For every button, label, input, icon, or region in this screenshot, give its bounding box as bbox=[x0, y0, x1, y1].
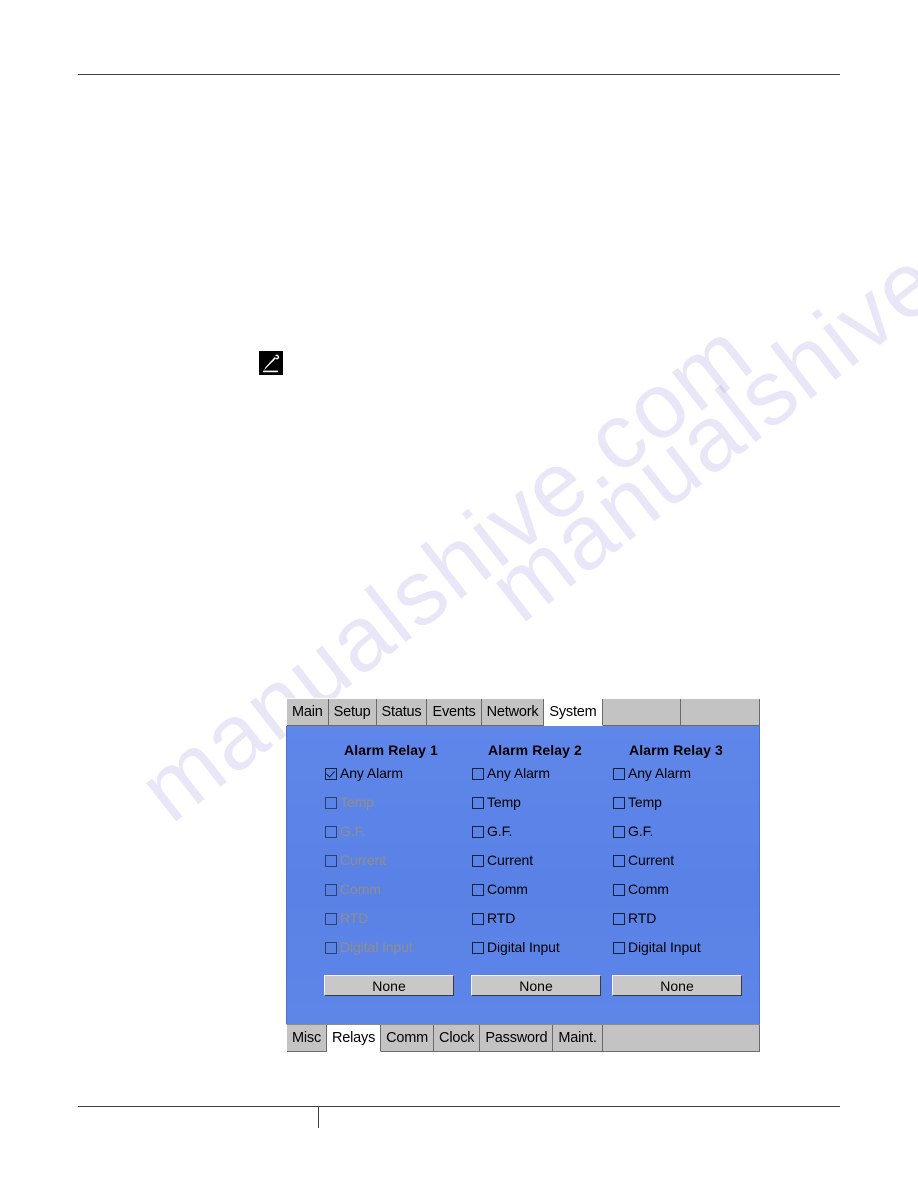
tab-system[interactable]: System bbox=[544, 699, 603, 726]
header-rule bbox=[78, 74, 840, 75]
alarm-source-label: Any Alarm bbox=[487, 765, 550, 781]
alarm-source-checkbox-row[interactable]: G.F. bbox=[603, 823, 743, 852]
alarm-relay-column: Alarm Relay 3 Any Alarm Temp G.F. Current Com… bbox=[603, 742, 743, 1024]
alarm-source-checkbox-row[interactable]: Temp bbox=[462, 794, 602, 823]
checkbox-unchecked-icon[interactable] bbox=[472, 797, 484, 809]
alarm-source-label: Digital Input bbox=[340, 939, 413, 955]
alarm-relay-title: Alarm Relay 2 bbox=[488, 742, 582, 758]
alarm-source-checkbox-row[interactable]: Digital Input bbox=[603, 939, 743, 968]
alarm-source-label: G.F. bbox=[487, 823, 513, 839]
tab-events[interactable]: Events bbox=[427, 699, 482, 726]
alarm-source-checkbox-row[interactable]: Current bbox=[462, 852, 602, 881]
tab-setup[interactable]: Setup bbox=[328, 699, 377, 726]
alarm-source-checkbox-row: Digital Input bbox=[321, 939, 461, 968]
alarm-source-checkbox-row[interactable]: G.F. bbox=[462, 823, 602, 852]
subtab-misc[interactable]: Misc bbox=[287, 1025, 328, 1052]
tab-network[interactable]: Network bbox=[481, 699, 545, 726]
alarm-source-checkbox-row[interactable]: Any Alarm bbox=[603, 765, 743, 794]
checkbox-unchecked-icon[interactable] bbox=[613, 855, 625, 867]
footer-rule bbox=[78, 1106, 840, 1107]
tab-status[interactable]: Status bbox=[376, 699, 428, 726]
alarm-source-checkbox-row[interactable]: RTD bbox=[462, 910, 602, 939]
alarm-source-label: G.F. bbox=[628, 823, 654, 839]
checkbox-unchecked-icon bbox=[325, 942, 337, 954]
alarm-source-label: RTD bbox=[487, 910, 516, 926]
checkbox-unchecked-icon bbox=[325, 855, 337, 867]
watermark-text: manualshive.com bbox=[470, 101, 918, 642]
alarm-source-checkbox-row[interactable]: Any Alarm bbox=[462, 765, 602, 794]
alarm-source-label: Temp bbox=[487, 794, 521, 810]
subtab-password[interactable]: Password bbox=[480, 1025, 554, 1052]
checkbox-unchecked-icon[interactable] bbox=[613, 942, 625, 954]
note-pen-icon bbox=[259, 351, 283, 375]
alarm-source-checkbox-row[interactable]: Current bbox=[603, 852, 743, 881]
alarm-relay-config-body: Alarm Relay 1 Any Alarm Temp G.F. Current Com… bbox=[286, 726, 760, 1024]
alarm-source-label: Any Alarm bbox=[340, 765, 403, 781]
checkbox-unchecked-icon[interactable] bbox=[613, 884, 625, 896]
alarm-source-label: Current bbox=[628, 852, 674, 868]
alarm-source-checkbox-row: Current bbox=[321, 852, 461, 881]
alarm-source-label: Comm bbox=[340, 881, 381, 897]
checkbox-unchecked-icon bbox=[325, 797, 337, 809]
subtab-maint[interactable]: Maint. bbox=[553, 1025, 603, 1052]
alarm-source-label: Current bbox=[340, 852, 386, 868]
tab-empty-slot bbox=[602, 699, 682, 726]
alarm-source-checkbox-row: Temp bbox=[321, 794, 461, 823]
subtab-comm[interactable]: Comm bbox=[381, 1025, 435, 1052]
alarm-relay-column: Alarm Relay 1 Any Alarm Temp G.F. Current Com… bbox=[321, 742, 461, 1024]
alarm-source-label: Comm bbox=[487, 881, 528, 897]
checkbox-unchecked-icon[interactable] bbox=[613, 913, 625, 925]
checkbox-unchecked-icon[interactable] bbox=[472, 855, 484, 867]
alarm-source-label: Digital Input bbox=[628, 939, 701, 955]
checkbox-unchecked-icon[interactable] bbox=[472, 768, 484, 780]
alarm-source-checkbox-row[interactable]: Any Alarm bbox=[321, 765, 461, 794]
alarm-source-checkbox-row: Comm bbox=[321, 881, 461, 910]
subtab-clock[interactable]: Clock bbox=[434, 1025, 481, 1052]
alarm-source-label: Comm bbox=[628, 881, 669, 897]
checkbox-unchecked-icon bbox=[325, 884, 337, 896]
tab-main[interactable]: Main bbox=[287, 699, 329, 726]
alarm-relay-column: Alarm Relay 2 Any Alarm Temp G.F. Current Com… bbox=[462, 742, 602, 1024]
alarm-source-label: Current bbox=[487, 852, 533, 868]
device-screen-panel: Main Setup Status Events Network System Alarm… bbox=[286, 698, 761, 1052]
alarm-relay-title: Alarm Relay 3 bbox=[629, 742, 723, 758]
alarm-source-label: Temp bbox=[340, 794, 374, 810]
checkbox-unchecked-icon[interactable] bbox=[472, 826, 484, 838]
checkbox-unchecked-icon[interactable] bbox=[613, 768, 625, 780]
top-tab-bar: Main Setup Status Events Network System bbox=[286, 698, 761, 726]
relay-none-button[interactable]: None bbox=[612, 975, 742, 996]
checkbox-unchecked-icon[interactable] bbox=[472, 913, 484, 925]
alarm-source-label: G.F. bbox=[340, 823, 366, 839]
checkbox-unchecked-icon bbox=[325, 913, 337, 925]
tab-empty-slot bbox=[681, 699, 761, 726]
relay-none-button[interactable]: None bbox=[471, 975, 601, 996]
checkbox-unchecked-icon[interactable] bbox=[613, 797, 625, 809]
checkbox-unchecked-icon[interactable] bbox=[472, 884, 484, 896]
alarm-source-checkbox-row: RTD bbox=[321, 910, 461, 939]
alarm-source-checkbox-row[interactable]: RTD bbox=[603, 910, 743, 939]
alarm-source-checkbox-row[interactable]: Temp bbox=[603, 794, 743, 823]
alarm-source-checkbox-row[interactable]: Comm bbox=[603, 881, 743, 910]
alarm-relay-title: Alarm Relay 1 bbox=[344, 742, 438, 758]
alarm-source-checkbox-row[interactable]: Comm bbox=[462, 881, 602, 910]
alarm-source-checkbox-row: G.F. bbox=[321, 823, 461, 852]
alarm-source-label: Digital Input bbox=[487, 939, 560, 955]
relay-none-button[interactable]: None bbox=[324, 975, 454, 996]
alarm-source-label: RTD bbox=[340, 910, 369, 926]
alarm-source-label: RTD bbox=[628, 910, 657, 926]
subtab-relays[interactable]: Relays bbox=[327, 1025, 382, 1052]
checkbox-unchecked-icon bbox=[325, 826, 337, 838]
checkbox-unchecked-icon[interactable] bbox=[472, 942, 484, 954]
checkbox-checked-icon[interactable] bbox=[325, 768, 337, 780]
subtab-empty-slot bbox=[602, 1025, 760, 1052]
bottom-tab-bar: Misc Relays Comm Clock Password Maint. bbox=[286, 1024, 760, 1052]
alarm-source-checkbox-row[interactable]: Digital Input bbox=[462, 939, 602, 968]
checkbox-unchecked-icon[interactable] bbox=[613, 826, 625, 838]
alarm-source-label: Temp bbox=[628, 794, 662, 810]
footer-tick-divider bbox=[318, 1106, 319, 1128]
alarm-source-label: Any Alarm bbox=[628, 765, 691, 781]
